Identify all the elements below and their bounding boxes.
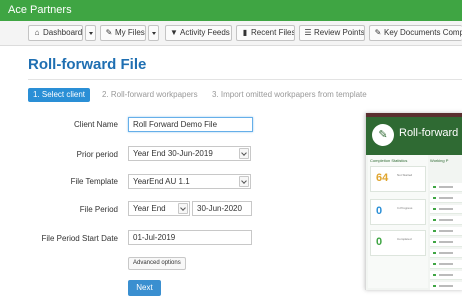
step-roll-forward-workpapers[interactable]: 2. Roll-forward workpapers	[102, 88, 198, 102]
preview-title: Roll-forward	[399, 127, 459, 139]
preview-stat-card: 64 Not Started	[370, 166, 426, 192]
preview-stat-value: 0	[376, 236, 383, 248]
start-date-input[interactable]: 01-Jul-2019	[128, 230, 252, 245]
preview-stat-caption: Not Started	[397, 173, 413, 177]
activity-feeds-label: Activity Feeds	[180, 28, 230, 37]
key-documents-label: Key Documents Comp	[384, 28, 462, 37]
preview-list-row	[430, 282, 462, 290]
preview-list-row	[430, 216, 462, 225]
filter-icon: ▼	[170, 28, 178, 37]
activity-feeds-button[interactable]: ▼ Activity Feeds	[165, 25, 232, 41]
key-documents-button[interactable]: ✎ Key Documents Comp	[369, 25, 462, 41]
step-select-client[interactable]: 1. Select client	[28, 88, 91, 102]
preview-list-row	[430, 194, 462, 203]
file-period-label: File Period	[79, 205, 118, 214]
file-period-type-value: Year End	[133, 204, 166, 213]
preview-browser-strip	[366, 113, 462, 117]
preview-list-row	[430, 249, 462, 258]
recent-files-button[interactable]: ▮ Recent Files	[236, 25, 295, 41]
dashboard-button[interactable]: ⌂ Dashboard	[28, 25, 83, 41]
preview-stat-caption: Completed	[397, 237, 412, 241]
next-button[interactable]: Next	[128, 280, 161, 296]
chevron-down-icon	[178, 203, 188, 214]
review-points-label: Review Points	[314, 28, 365, 37]
dashboard-dropdown-toggle[interactable]	[85, 25, 96, 41]
step-import-omitted-workpapers[interactable]: 3. Import omitted workpapers from templa…	[212, 88, 367, 102]
dashboard-label: Dashboard	[43, 28, 83, 37]
brand-name: Ace Partners	[8, 4, 72, 16]
file-template-label: File Template	[70, 177, 118, 186]
my-files-button[interactable]: ✎ My Files	[100, 25, 146, 41]
preview-working-heading: Working P	[430, 158, 449, 163]
preview-stat-value: 64	[376, 172, 389, 184]
review-points-button[interactable]: ☰ Review Points	[299, 25, 365, 41]
chevron-down-icon	[239, 148, 249, 159]
toolbar: ⌂ Dashboard ✎ My Files ▼ Activity Feeds ▮ Re…	[0, 21, 462, 46]
edit-icon: ✎	[374, 28, 382, 37]
preview-stats-heading: Completion Statistics	[370, 158, 408, 163]
recent-files-label: Recent Files	[251, 28, 295, 37]
page-title: Roll-forward File	[28, 56, 147, 73]
client-name-label: Client Name	[73, 120, 118, 129]
edit-icon: ✎	[372, 124, 394, 146]
my-files-dropdown-toggle[interactable]	[148, 25, 159, 41]
edit-icon: ✎	[105, 28, 113, 37]
preview-list-row	[430, 260, 462, 269]
preview-list-row	[430, 238, 462, 247]
file-template-value: YearEnd AU 1.1	[133, 177, 190, 186]
preview-list-row	[430, 183, 462, 192]
app-header: Ace Partners	[0, 0, 462, 21]
preview-stat-value: 0	[376, 205, 383, 217]
advanced-options-button[interactable]: Advanced options	[128, 257, 186, 270]
file-template-select[interactable]: YearEnd AU 1.1	[128, 174, 251, 189]
preview-list-row	[430, 205, 462, 214]
prior-period-value: Year End 30-Jun-2019	[133, 149, 213, 158]
client-name-input[interactable]: Roll Forward Demo File	[128, 117, 253, 132]
title-divider	[28, 79, 462, 80]
start-date-label: File Period Start Date	[41, 234, 118, 243]
preview-stat-caption: In Progress	[397, 206, 413, 210]
document-icon: ▮	[242, 28, 248, 37]
preview-list-row	[430, 227, 462, 236]
preview-list-row	[430, 271, 462, 280]
chevron-down-icon	[239, 176, 249, 187]
prior-period-select[interactable]: Year End 30-Jun-2019	[128, 146, 251, 161]
preview-stat-card: 0 Completed	[370, 230, 426, 256]
preview-stat-card: 0 In Progress	[370, 199, 426, 225]
my-files-label: My Files	[115, 28, 145, 37]
file-period-type-select[interactable]: Year End	[128, 201, 190, 216]
prior-period-label: Prior period	[76, 150, 118, 159]
template-preview-thumbnail: ✎ Roll-forward Completion Statistics Wor…	[365, 113, 462, 290]
list-icon: ☰	[304, 28, 312, 37]
file-period-date-input[interactable]: 30-Jun-2020	[192, 201, 252, 216]
home-icon: ⌂	[34, 28, 40, 37]
